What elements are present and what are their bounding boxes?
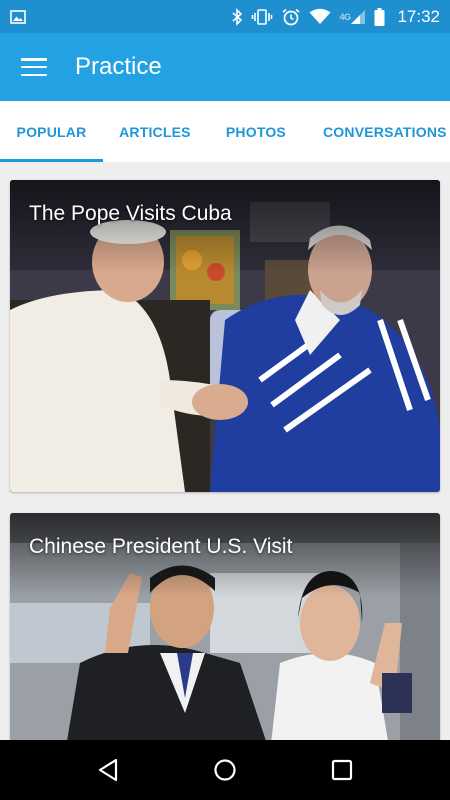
- page-title: Practice: [75, 53, 162, 80]
- battery-icon: [374, 7, 385, 26]
- recents-icon[interactable]: [312, 740, 372, 800]
- tab-conversations[interactable]: CONVERSATIONS: [305, 101, 450, 162]
- tab-articles[interactable]: ARTICLES: [103, 101, 207, 162]
- alarm-icon: [281, 8, 301, 26]
- content-feed: The Pope Visits Cuba Chinese President U…: [0, 162, 450, 740]
- tab-popular[interactable]: POPULAR: [0, 101, 103, 162]
- feed-card[interactable]: The Pope Visits Cuba: [10, 180, 440, 492]
- feed-card[interactable]: Chinese President U.S. Visit: [10, 513, 440, 740]
- signal-icon: 4G: [339, 9, 366, 25]
- wifi-icon: [309, 8, 331, 25]
- hamburger-menu-icon[interactable]: [0, 33, 70, 101]
- tab-bar: POPULAR ARTICLES PHOTOS CONVERSATIONS: [0, 101, 450, 162]
- back-icon[interactable]: [78, 740, 138, 800]
- home-icon[interactable]: [195, 740, 255, 800]
- tab-photos[interactable]: PHOTOS: [207, 101, 305, 162]
- image-notification-icon: [10, 9, 26, 24]
- network-type-label: 4G: [339, 11, 351, 22]
- app-bar: Practice: [0, 33, 450, 101]
- card-title: Chinese President U.S. Visit: [29, 535, 293, 558]
- vibrate-icon: [251, 8, 273, 26]
- status-bar: 4G 17:32: [0, 0, 450, 33]
- card-photo: [10, 180, 440, 492]
- system-nav-bar: [0, 740, 450, 800]
- status-time: 17:32: [397, 6, 440, 26]
- card-title: The Pope Visits Cuba: [29, 202, 232, 225]
- bluetooth-icon: [231, 7, 243, 26]
